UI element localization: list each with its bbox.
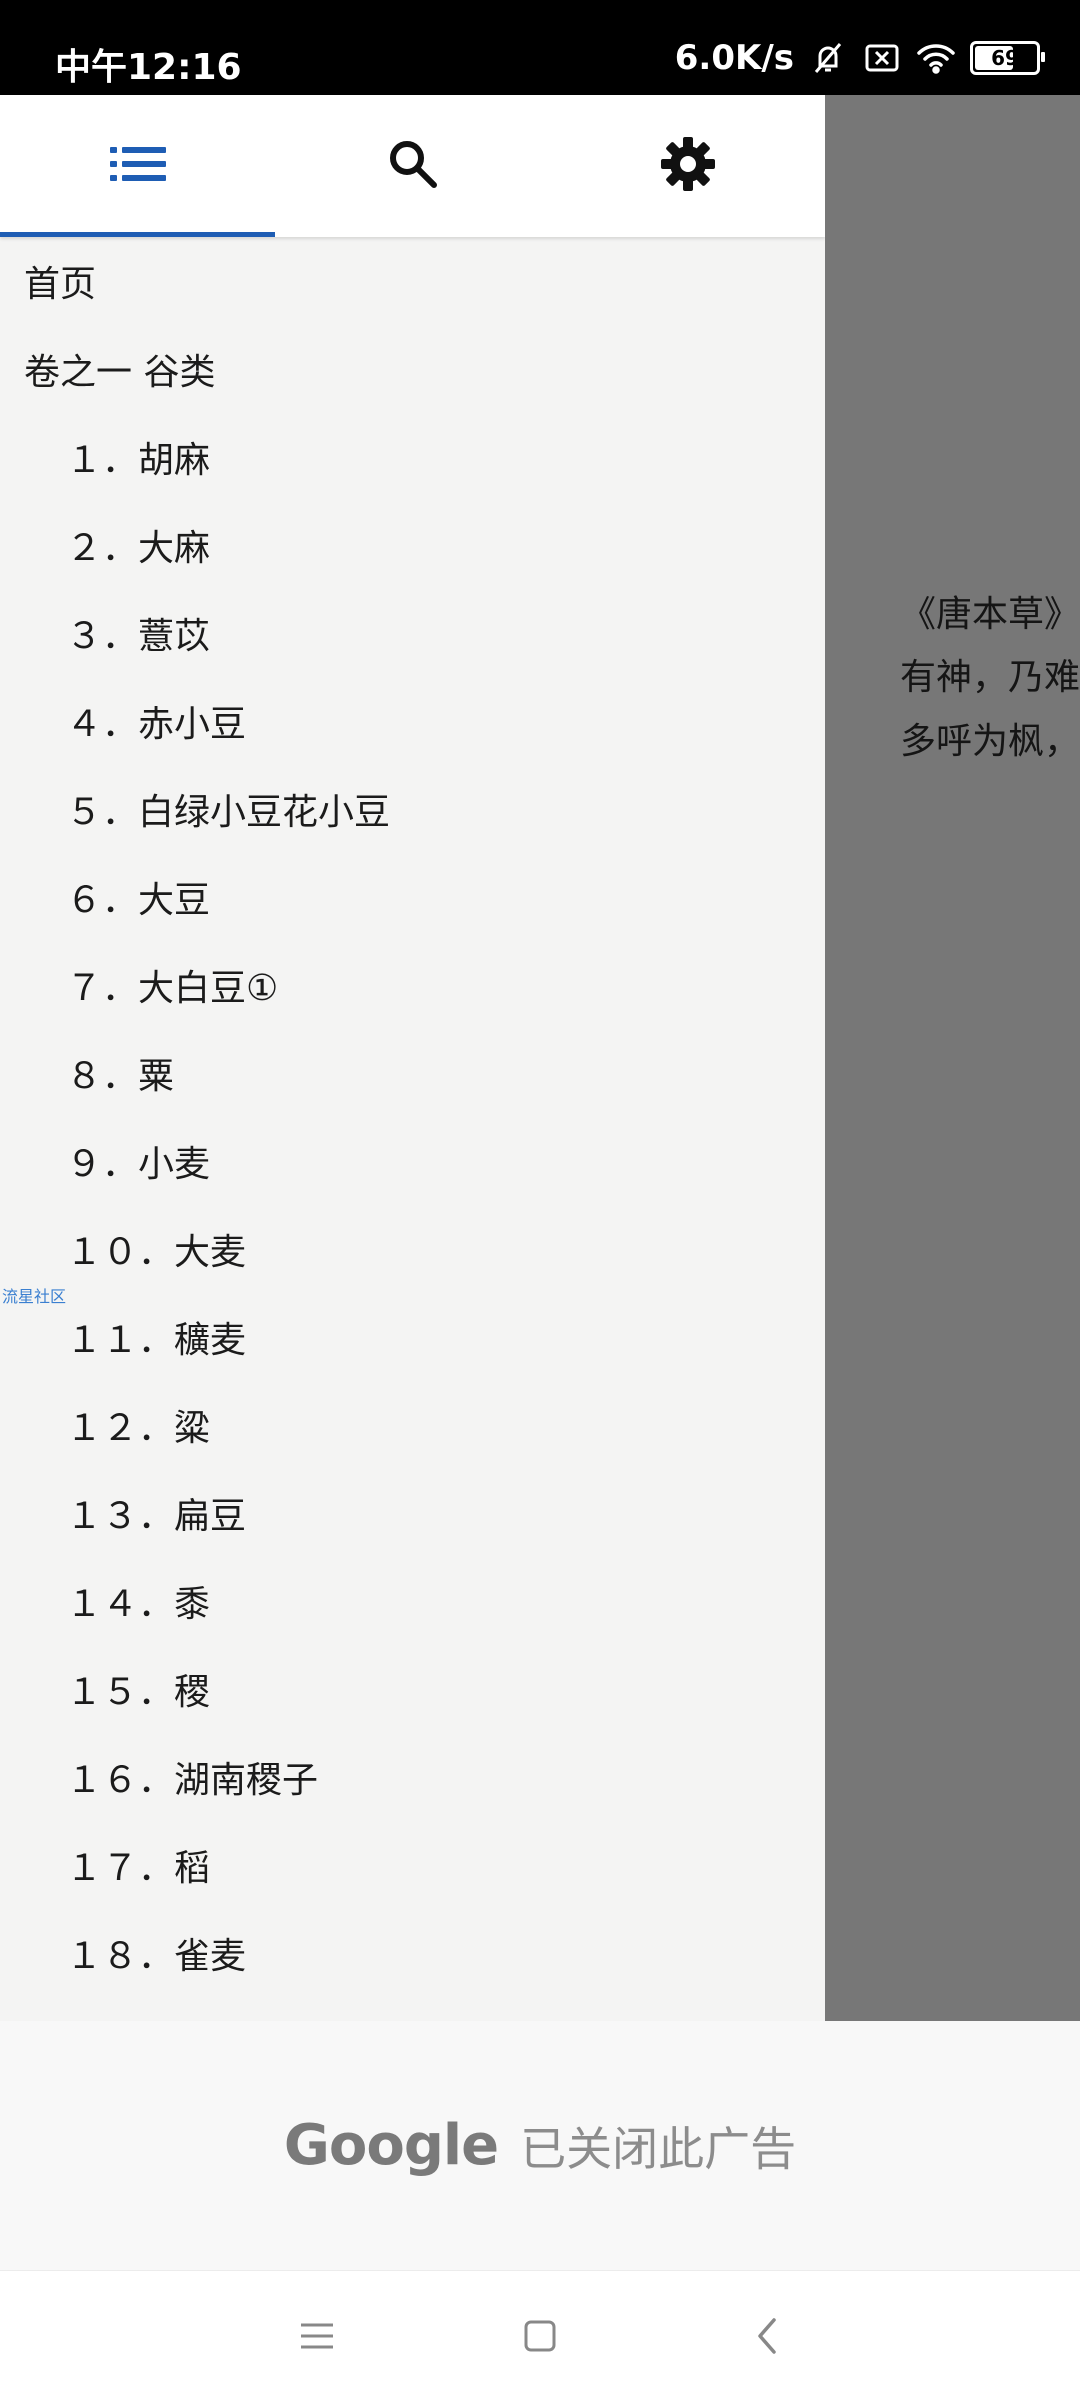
toc-list: 首页 卷之一 谷类 １．胡麻 ２．大麻 ３．薏苡 ４．赤小豆 ５．白绿小豆花小豆… [0,237,825,1997]
navigation-drawer: 首页 卷之一 谷类 １．胡麻 ２．大麻 ３．薏苡 ４．赤小豆 ５．白绿小豆花小豆… [0,95,825,2021]
tab-toc[interactable] [0,95,275,237]
toc-item[interactable]: １．胡麻 [0,413,825,501]
back-icon[interactable] [742,2311,792,2361]
toc-item[interactable]: ７．大白豆① [0,941,825,1029]
status-icons: 6.0K/s 69 [674,38,1045,78]
reading-content-overlay[interactable]: 《唐本草》 有神，乃难 多呼为枫， [825,95,1080,2021]
bell-off-icon [808,38,848,78]
battery-level: 69 [991,46,1019,70]
drawer-tab-bar [0,95,825,237]
toc-item[interactable]: 卷之一 谷类 [0,325,825,413]
list-icon [109,144,166,188]
content-line: 《唐本草》 [899,594,1080,635]
ad-banner[interactable]: Google 已关闭此广告 [0,2021,1080,2270]
toc-item[interactable]: ５．白绿小豆花小豆 [0,765,825,853]
search-icon [386,137,440,195]
toc-item[interactable]: １６．湖南稷子 [0,1733,825,1821]
toc-item[interactable]: ６．大豆 [0,853,825,941]
toc-item[interactable]: １１．穬麦 [0,1293,825,1381]
toc-item[interactable]: １４．黍 [0,1557,825,1645]
tab-settings[interactable] [550,95,825,237]
system-nav-bar [0,2270,1080,2401]
google-logo: Google [283,2113,499,2178]
status-bar: 中午12:16 6.0K/s 69 [0,0,1080,95]
gear-icon [659,135,717,197]
toc-item[interactable]: １０．大麦 [0,1205,825,1293]
toc-item[interactable]: ２．大麻 [0,501,825,589]
battery-icon: 69 [970,41,1045,75]
toc-item[interactable]: １７．稻 [0,1821,825,1909]
toc-item[interactable]: 首页 [0,237,825,325]
wifi-icon [916,38,956,78]
toc-item[interactable]: ４．赤小豆 [0,677,825,765]
toc-item[interactable]: １８．雀麦 [0,1909,825,1997]
watermark: 流星社区 [2,1287,67,1306]
tab-search[interactable] [275,95,550,237]
toc-item[interactable]: １２．粱 [0,1381,825,1469]
network-speed: 6.0K/s [674,38,794,78]
sim-off-icon [862,38,902,78]
status-time: 中午12:16 [55,47,242,88]
content-line: 多呼为枫， [899,721,1080,762]
toc-item[interactable]: １３．扁豆 [0,1469,825,1557]
ad-closed-text: 已关闭此广告 [520,2121,797,2176]
content-line: 有神，乃难 [899,657,1080,698]
home-icon[interactable] [515,2311,565,2361]
toc-item[interactable]: ８．粟 [0,1029,825,1117]
menu-icon[interactable] [292,2311,342,2361]
toc-item[interactable]: １５．稷 [0,1645,825,1733]
toc-item[interactable]: ９．小麦 [0,1117,825,1205]
toc-item[interactable]: ３．薏苡 [0,589,825,677]
